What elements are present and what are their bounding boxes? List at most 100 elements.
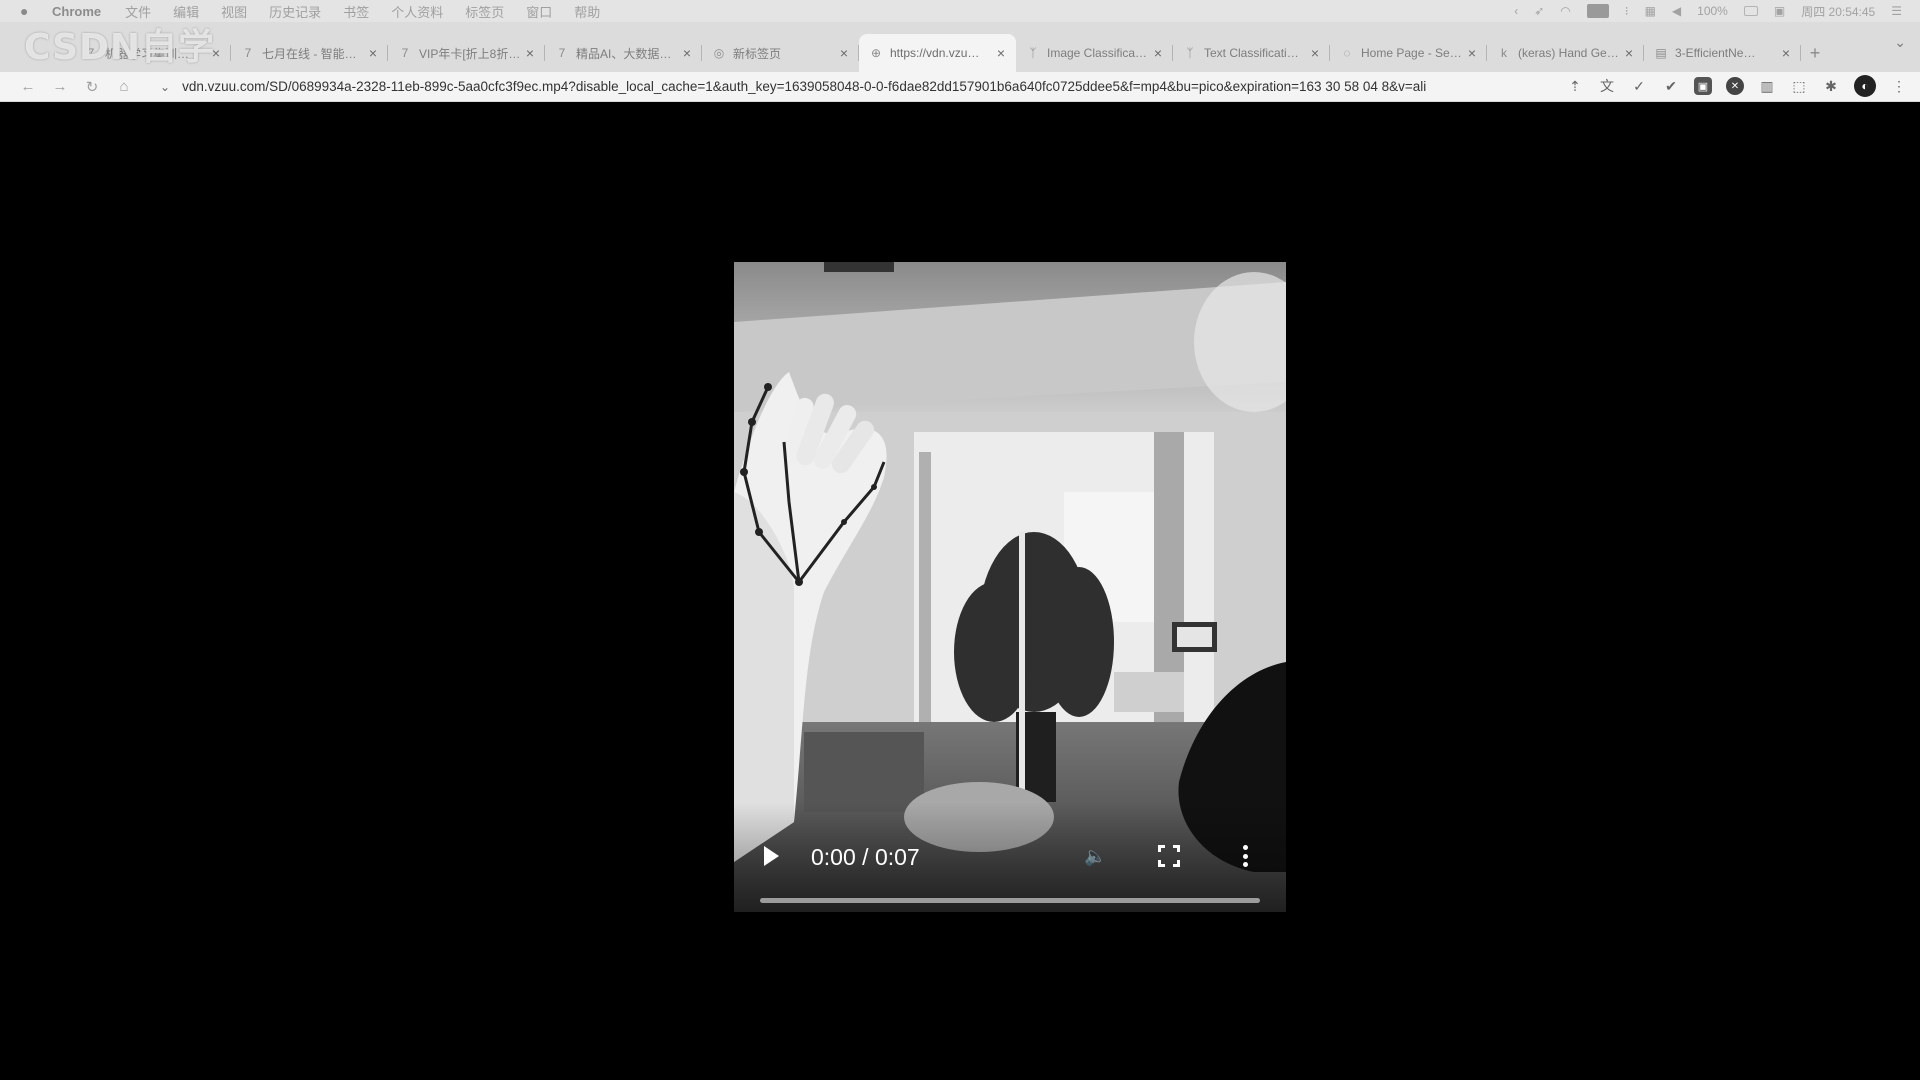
reload-button[interactable]: ↻: [76, 75, 108, 99]
logo-7-icon: 7: [558, 46, 566, 60]
tab-title: 新标签页: [733, 46, 782, 61]
back-button[interactable]: ←: [12, 75, 44, 99]
volume-icon[interactable]: ◀: [1672, 4, 1681, 18]
tab-4[interactable]: ◎ 新标签页 ×: [702, 34, 859, 72]
loading-icon: ◌: [1343, 46, 1351, 60]
chrome-icon: ◎: [713, 46, 725, 60]
tab-7[interactable]: ᛉ Text Classificati… ×: [1173, 34, 1330, 72]
tab-3[interactable]: 7 精品AI、大数据… ×: [545, 34, 702, 72]
play-icon[interactable]: [764, 846, 779, 866]
notification-center-icon[interactable]: ☰: [1891, 4, 1902, 18]
share-icon[interactable]: ⇡: [1566, 77, 1584, 95]
close-icon[interactable]: ×: [209, 45, 223, 61]
url-text: vdn.vzuu.com/SD/0689934a-2328-11eb-899c-…: [182, 79, 1427, 94]
time-separator: /: [862, 844, 869, 870]
status-tray: ‹ ➶ ◠ ⁝ ▦ ◀ 100% ▣ 周四 20:54:45 ☰: [1514, 0, 1902, 22]
menu-view[interactable]: 视图: [221, 2, 247, 21]
profile-avatar[interactable]: ◐: [1854, 75, 1876, 97]
address-bar[interactable]: ⌄ vdn.vzuu.com/SD/0689934a-2328-11eb-899…: [160, 75, 1550, 99]
control-center-icon[interactable]: ▣: [1774, 4, 1785, 18]
bookmark-check-icon[interactable]: ✔: [1662, 77, 1680, 95]
tab-title: (keras) Hand Ge…: [1518, 46, 1619, 60]
tab-title: 机器学习集训…: [105, 46, 190, 61]
tab-9[interactable]: k (keras) Hand Ge… ×: [1487, 34, 1644, 72]
arrow-icon[interactable]: ➶: [1534, 4, 1544, 18]
k-icon: k: [1501, 46, 1507, 60]
battery-percent: 100%: [1697, 4, 1728, 18]
close-icon[interactable]: ×: [1465, 45, 1479, 61]
battery-icon[interactable]: [1743, 6, 1758, 16]
extension-box-icon[interactable]: ▣: [1694, 77, 1712, 95]
tab-2[interactable]: 7 VIP年卡[折上8折… ×: [388, 34, 545, 72]
tab-strip: 7 机器学习集训… × 7 七月在线 - 智能… × 7 VIP年卡[折上8折……: [0, 22, 1920, 72]
extension-frame-icon[interactable]: ⬚: [1790, 77, 1808, 95]
menu-bookmarks[interactable]: 书签: [343, 2, 369, 21]
close-icon[interactable]: ×: [680, 45, 694, 61]
tab-title: Image Classifica…: [1047, 46, 1148, 60]
tab-6[interactable]: ᛉ Image Classifica… ×: [1016, 34, 1173, 72]
menu-profile[interactable]: 个人资料: [391, 2, 443, 21]
tab-5[interactable]: ⊕ https://vdn.vzu… ×: [859, 34, 1016, 72]
tab-title: 精品AI、大数据…: [576, 46, 672, 61]
doc-icon: ▤: [1655, 46, 1667, 60]
close-icon[interactable]: ×: [1622, 45, 1636, 61]
media-viewport: 0:00 / 0:07 🔈: [0, 102, 1920, 1080]
tab-8[interactable]: ◌ Home Page - Se… ×: [1330, 34, 1487, 72]
fullscreen-icon[interactable]: [1158, 845, 1180, 867]
extension-doc-icon[interactable]: ▥: [1758, 77, 1776, 95]
translate-icon[interactable]: 文: [1598, 77, 1616, 95]
volume-icon[interactable]: 🔈: [1084, 846, 1108, 866]
new-tab-button[interactable]: +: [1801, 34, 1829, 72]
forward-button[interactable]: →: [44, 75, 76, 99]
video-player[interactable]: 0:00 / 0:07 🔈: [734, 262, 1286, 912]
duration: 0:07: [874, 844, 920, 870]
dots-icon[interactable]: ⁝: [1625, 4, 1629, 18]
tab-1[interactable]: 7 七月在线 - 智能… ×: [231, 34, 388, 72]
menu-file[interactable]: 文件: [125, 2, 151, 21]
close-icon[interactable]: ×: [994, 45, 1008, 61]
more-options-icon[interactable]: [1242, 845, 1248, 867]
browser-toolbar: ← → ↻ ⌂ ⌄ vdn.vzuu.com/SD/0689934a-2328-…: [0, 72, 1920, 102]
menu-history[interactable]: 历史记录: [269, 2, 321, 21]
wifi-icon[interactable]: ◠: [1560, 4, 1570, 18]
globe-icon: ⊕: [870, 46, 882, 60]
grid-icon[interactable]: ▦: [1645, 4, 1656, 18]
puzzle-icon[interactable]: ✱: [1822, 77, 1840, 95]
clock[interactable]: 周四 20:54:45: [1801, 3, 1875, 20]
chevron-down-icon[interactable]: ⌄: [160, 80, 170, 94]
tab-0[interactable]: 7 机器学习集训… ×: [74, 34, 231, 72]
tab-title: VIP年卡[折上8折…: [419, 46, 521, 61]
extension-round-icon[interactable]: ✕: [1726, 77, 1744, 95]
tab-title: Home Page - Se…: [1361, 46, 1462, 60]
tab-10[interactable]: ▤ 3-EfficientNe… ×: [1644, 34, 1801, 72]
progress-bar[interactable]: [760, 898, 1260, 903]
app-menu-chrome[interactable]: Chrome: [52, 4, 101, 19]
close-icon[interactable]: ×: [523, 45, 537, 61]
tf-icon: ᛉ: [1029, 46, 1037, 60]
close-icon[interactable]: ×: [1308, 45, 1322, 61]
close-icon[interactable]: ×: [366, 45, 380, 61]
menu-help[interactable]: 帮助: [574, 2, 600, 21]
home-button[interactable]: ⌂: [108, 75, 140, 99]
check-icon[interactable]: ✓: [1630, 77, 1648, 95]
close-icon[interactable]: ×: [837, 45, 851, 61]
apple-menu-icon[interactable]: ●: [20, 3, 34, 19]
tab-title: Text Classificati…: [1204, 46, 1299, 60]
menu-tab[interactable]: 标签页: [465, 2, 504, 21]
screen-icon[interactable]: [1586, 4, 1609, 18]
tab-search-chevron-icon[interactable]: ⌄: [1894, 34, 1906, 51]
video-controls: 0:00 / 0:07 🔈: [734, 802, 1286, 912]
close-icon[interactable]: ×: [1151, 45, 1165, 61]
close-icon[interactable]: ×: [1779, 45, 1793, 61]
chevron-left-icon[interactable]: ‹: [1514, 4, 1518, 18]
extensions-area: ⇡ 文 ✓ ✔ ▣ ✕ ▥ ⬚ ✱ ◐ ⋮: [1566, 75, 1908, 97]
logo-7-icon: 7: [87, 46, 95, 60]
time-display: 0:00 / 0:07: [811, 844, 920, 871]
tab-title: https://vdn.vzu…: [890, 46, 980, 60]
more-menu-icon[interactable]: ⋮: [1890, 77, 1908, 95]
logo-7-icon: 7: [401, 46, 409, 60]
menu-edit[interactable]: 编辑: [173, 2, 199, 21]
tab-title: 3-EfficientNe…: [1675, 46, 1756, 60]
menu-window[interactable]: 窗口: [526, 2, 552, 21]
tab-title: 七月在线 - 智能…: [262, 46, 357, 61]
